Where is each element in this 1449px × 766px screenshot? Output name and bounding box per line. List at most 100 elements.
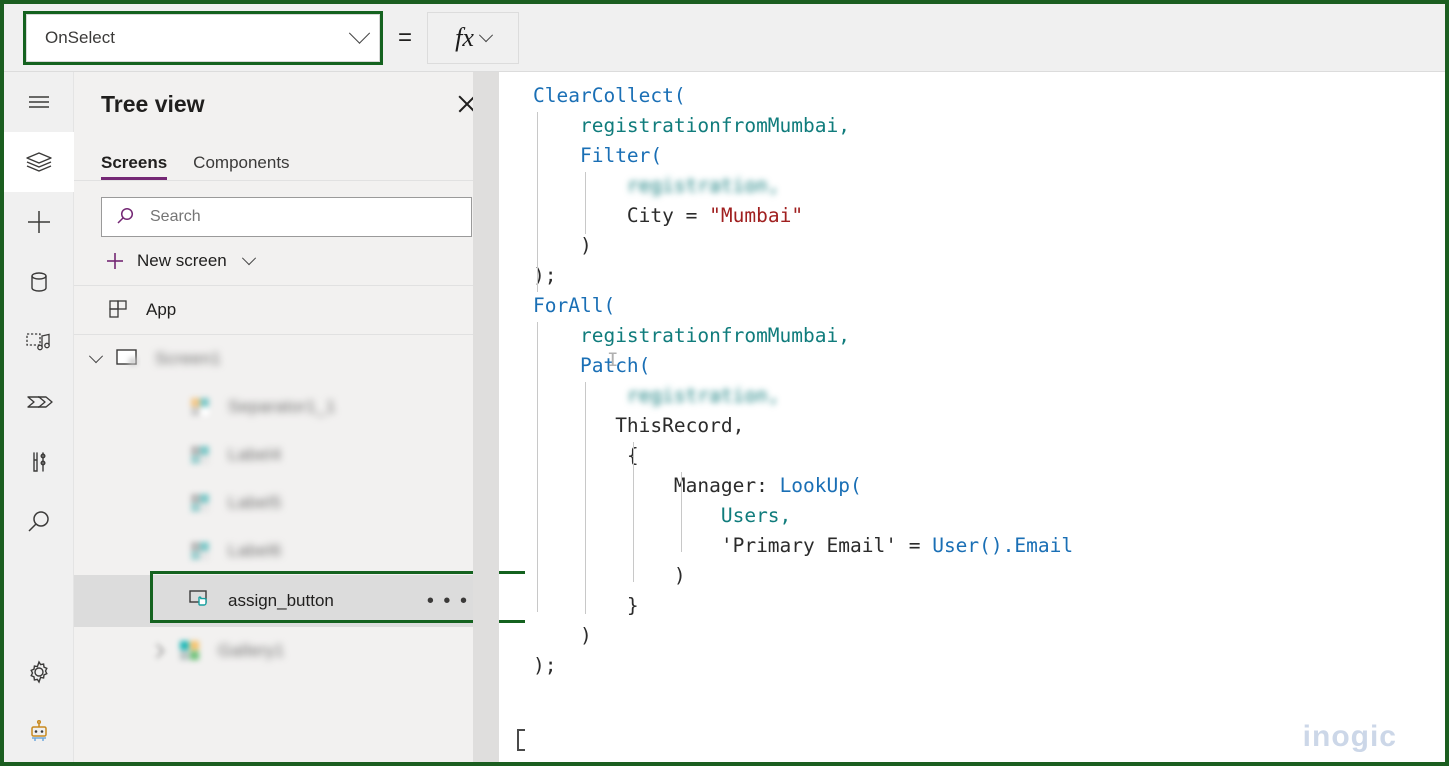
rail-item-settings[interactable] [4, 642, 74, 702]
tree-item-label5[interactable]: Label5 [74, 479, 499, 527]
database-icon [31, 272, 47, 292]
formula-bar: OnSelect = fx [4, 4, 1445, 72]
indent-guide [585, 172, 586, 234]
rail-item-search[interactable] [4, 492, 74, 552]
chevron-down-icon [348, 22, 371, 44]
label-control-icon [186, 491, 216, 515]
power-apps-studio-window: OnSelect = fx Tree view Screens Componen… [0, 0, 1449, 766]
tree-view-title: Tree view [101, 90, 205, 117]
property-selector-highlight: OnSelect [23, 10, 383, 65]
search-icon [28, 511, 49, 532]
tree-item-label: assign_button [228, 591, 334, 610]
tree-item-label4[interactable]: Label4 [74, 431, 499, 479]
token-table-blurred-2: registration, [626, 384, 780, 407]
property-dropdown-value: OnSelect [45, 27, 115, 47]
indent-guide [537, 322, 538, 612]
tree-view-tabs: Screens Components [74, 136, 499, 181]
power-automate-icon [27, 396, 53, 408]
layers-icon [26, 152, 52, 172]
rail-item-power-automate[interactable] [4, 372, 74, 432]
hamburger-menu-icon [29, 96, 49, 108]
new-screen-label: New screen [137, 251, 227, 270]
token-city-field: City [626, 204, 674, 227]
copilot-robot-icon [31, 719, 47, 741]
label-control-icon [186, 539, 216, 563]
tree-item-gallery[interactable]: Gallery1 [74, 627, 499, 675]
indent-guide [537, 112, 538, 292]
token-close-paren: ) [579, 234, 592, 257]
rail-item-insert[interactable] [4, 192, 74, 252]
token-close-brace: } [626, 594, 639, 617]
formula-code[interactable]: ClearCollect( registrationfromMumbai, Fi… [525, 72, 1445, 681]
token-filter: Filter( [579, 144, 663, 167]
gear-icon [30, 660, 48, 684]
chevron-down-icon[interactable] [88, 349, 104, 364]
image-control-icon [186, 395, 216, 419]
watermark-text-after: gic [1350, 720, 1397, 753]
token-user-email: User().Email [932, 534, 1074, 557]
tree-item-label: Screen1 [155, 349, 222, 368]
inogic-watermark: inogic [1303, 720, 1397, 754]
search-input[interactable] [148, 207, 452, 227]
tab-screens[interactable]: Screens [101, 153, 168, 180]
token-clearcollect: ClearCollect( [533, 84, 686, 107]
text-cursor-icon: I [607, 349, 619, 371]
property-dropdown[interactable]: OnSelect [26, 13, 380, 62]
tree-item-app[interactable]: App [74, 286, 499, 335]
token-users: Users, [720, 504, 792, 527]
rail-item-variables[interactable] [4, 432, 74, 492]
token-primary-email: 'Primary Email' [720, 534, 897, 557]
formula-editor[interactable]: I ClearCollect( registrationfromMumbai, … [525, 72, 1445, 762]
token-close-paren-3: ) [579, 624, 592, 647]
tree-item-label6[interactable]: Label6 [74, 527, 499, 575]
fx-button[interactable]: fx [427, 11, 519, 64]
chevron-down-icon [241, 251, 256, 266]
indent-guide [633, 442, 634, 582]
tree-item-separator[interactable]: Separator1_1 [74, 383, 499, 431]
token-collection-name-2: registrationfromMumbai, [579, 324, 850, 347]
token-statement-end-2: ); [533, 654, 557, 677]
indent-guide [681, 472, 682, 552]
rail-item-media[interactable] [4, 312, 74, 372]
rail-item-copilot[interactable] [4, 702, 74, 762]
tab-components[interactable]: Components [193, 153, 289, 180]
tree-item-overflow-menu[interactable]: • • • [427, 590, 469, 613]
fx-label: fx [455, 22, 474, 52]
token-thisrecord: ThisRecord, [615, 414, 745, 437]
button-control-icon [186, 589, 216, 613]
rail-item-data[interactable] [4, 252, 74, 312]
gallery-control-icon [176, 639, 206, 663]
token-collection-name: registrationfromMumbai, [579, 114, 850, 137]
rail-item-tree-view[interactable] [4, 132, 74, 192]
tree-item-label: Label4 [228, 445, 282, 464]
tree-item-label: Separator1_1 [228, 397, 336, 416]
app-grid-icon [104, 298, 134, 322]
token-lookup: LookUp( [779, 474, 862, 497]
rail-bottom-group [4, 642, 74, 762]
rail-item-menu[interactable] [4, 72, 74, 132]
left-icon-rail [4, 72, 74, 762]
chevron-down-icon [478, 27, 493, 42]
equals-sign: = [397, 23, 412, 51]
search-box[interactable] [101, 197, 472, 237]
tree-view-scrollbar[interactable] [473, 72, 499, 762]
chevron-right-icon[interactable] [149, 643, 165, 659]
tree-item-label: App [146, 300, 177, 319]
variables-icon [33, 452, 46, 472]
token-close-paren-2: ) [673, 564, 686, 587]
indent-guide [585, 382, 586, 614]
watermark-text-before: in [1302, 720, 1332, 753]
tree-item-label: Gallery1 [218, 641, 285, 660]
tree-item-screen1[interactable]: Screen1 [74, 335, 499, 383]
tree-view-header: Tree view [74, 72, 499, 136]
new-screen-button[interactable]: New screen [74, 237, 499, 286]
tree-item-label: Label5 [228, 493, 282, 512]
token-equals-2: = [908, 534, 921, 557]
tree-view-panel: Tree view Screens Components Search New … [74, 72, 561, 762]
token-manager-key: Manager: [673, 474, 768, 497]
screen-icon [113, 348, 143, 370]
tree-item-label: Label6 [228, 541, 282, 560]
label-control-icon [186, 443, 216, 467]
tree-item-assign-button[interactable]: assign_button • • • [74, 575, 499, 627]
plus-icon [107, 253, 123, 269]
